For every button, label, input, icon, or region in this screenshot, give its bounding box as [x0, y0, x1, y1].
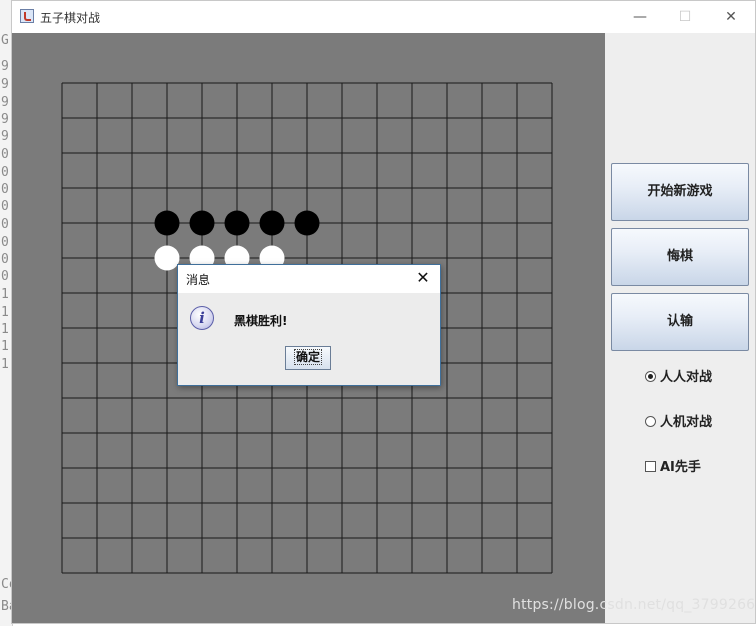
background-text-fragment: 0 [1, 252, 9, 267]
black-stone [259, 210, 285, 236]
new-game-button[interactable]: 开始新游戏 [611, 163, 749, 221]
undo-button[interactable]: 悔棋 [611, 228, 749, 286]
background-text-fragment: 9 [1, 112, 9, 127]
background-text-fragment: 9 [1, 129, 9, 144]
background-text-fragment: 1 [1, 357, 9, 372]
background-text-fragment: 0 [1, 217, 9, 232]
background-text-fragment: 0 [1, 182, 9, 197]
mode-pvp-label: 人人对战 [660, 370, 713, 385]
game-window: 五子棋对战 — ☐ ✕ 开始新游戏 悔棋 认输 人人对战 人机对战 AI先手 消… [11, 0, 756, 624]
background-text-fragment: G [1, 33, 9, 48]
dialog-title: 消息 [186, 273, 211, 287]
black-stone [224, 210, 250, 236]
background-text-fragment: 1 [1, 322, 9, 337]
background-text-fragment: 1 [1, 287, 9, 302]
title-bar: 五子棋对战 — ☐ ✕ [12, 1, 755, 33]
dialog-title-bar: 消息 ✕ [178, 265, 440, 293]
background-text-fragment: 0 [1, 269, 9, 284]
white-stone [154, 245, 180, 271]
ok-button[interactable]: 确定 [285, 346, 331, 370]
dialog-message: 黑棋胜利! [234, 314, 288, 328]
minimize-button[interactable]: — [618, 5, 662, 29]
info-icon: i [190, 306, 214, 330]
side-panel: 开始新游戏 悔棋 认输 人人对战 人机对战 AI先手 [605, 33, 755, 623]
dialog-close-button[interactable]: ✕ [412, 267, 434, 289]
radio-selected-icon[interactable] [645, 371, 656, 382]
background-text-fragment: 0 [1, 147, 9, 162]
background-text-fragment: 0 [1, 165, 9, 180]
background-text-fragment: 1 [1, 305, 9, 320]
ok-button-label: 确定 [293, 349, 322, 365]
radio-unselected-icon[interactable] [645, 416, 656, 427]
background-text-fragment: 0 [1, 235, 9, 250]
watermark: https://blog.csdn.net/qq_37992662 [512, 597, 756, 613]
ai-first-checkbox[interactable]: AI先手 [645, 459, 701, 477]
close-button[interactable]: ✕ [709, 5, 753, 29]
black-stone [154, 210, 180, 236]
message-dialog: 消息 ✕ i 黑棋胜利! 确定 [177, 264, 441, 386]
black-stone [294, 210, 320, 236]
background-text-fragment: 1 [1, 339, 9, 354]
maximize-button[interactable]: ☐ [663, 5, 707, 29]
background-text-fragment: 0 [1, 199, 9, 214]
black-stone [189, 210, 215, 236]
resign-button[interactable]: 认输 [611, 293, 749, 351]
mode-pve-label: 人机对战 [660, 415, 713, 430]
mode-pve-radio[interactable]: 人机对战 [645, 414, 712, 432]
background-text-fragment: 9 [1, 77, 9, 92]
mode-pvp-radio[interactable]: 人人对战 [645, 369, 712, 387]
background-text-fragment: 9 [1, 95, 9, 110]
background-text-fragment: 9 [1, 59, 9, 74]
window-title: 五子棋对战 [40, 11, 101, 25]
ai-first-label: AI先手 [660, 460, 701, 475]
checkbox-unchecked-icon[interactable] [645, 461, 656, 472]
java-app-icon [20, 9, 34, 23]
